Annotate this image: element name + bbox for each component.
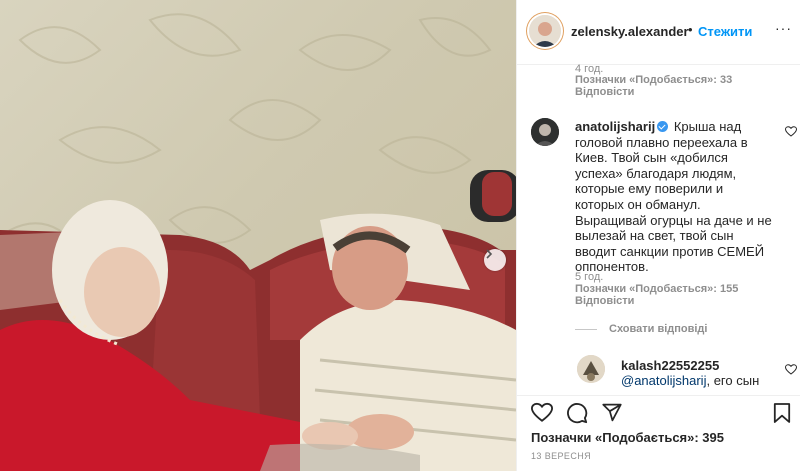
reply-button[interactable]: Відповісти	[575, 294, 634, 308]
header-separator: •	[688, 22, 693, 37]
post-date[interactable]: 13 ВЕРЕСНЯ	[531, 451, 591, 461]
instagram-post-viewer: zelensky.alexander • Стежити ··· 4 год. …	[0, 0, 800, 472]
share-icon[interactable]	[601, 402, 623, 423]
heart-icon[interactable]	[531, 402, 553, 423]
reply-mention-link[interactable]: @anatolijsharij	[621, 373, 706, 388]
chevron-right-icon	[486, 249, 493, 259]
reply-text-body: , его сын	[706, 373, 760, 388]
post-side-panel: zelensky.alexander • Стежити ··· 4 год. …	[516, 0, 800, 472]
hide-replies-line	[575, 329, 597, 330]
hide-replies-button[interactable]: Сховати відповіді	[609, 323, 707, 335]
post-actions-bar: Позначки «Подобається»: 395 13 ВЕРЕСНЯ	[517, 395, 800, 472]
comment-body: anatolijsharij Крыша над головой плавно …	[575, 119, 775, 275]
author-username[interactable]: zelensky.alexander	[571, 24, 689, 39]
comment-text: Крыша над головой плавно переехала в Кие…	[575, 119, 772, 275]
post-likes-count[interactable]: Позначки «Подобається»: 395	[531, 430, 724, 445]
reply-label: Відповісти	[575, 86, 635, 98]
post-photo[interactable]	[0, 0, 516, 471]
commenter-avatar[interactable]	[531, 118, 559, 146]
more-options-icon[interactable]: ···	[775, 20, 792, 36]
reply-label: Відповісти	[575, 295, 635, 307]
verified-badge-icon	[657, 121, 669, 132]
reply-like-heart-icon[interactable]	[785, 364, 797, 375]
avatar-image	[531, 118, 559, 146]
reply-username[interactable]: kalash22552255	[621, 358, 719, 373]
commenter-username[interactable]: anatolijsharij	[575, 119, 655, 134]
author-avatar[interactable]	[529, 15, 561, 47]
follow-button[interactable]: Стежити	[698, 24, 752, 39]
reply-author-avatar[interactable]	[577, 355, 605, 383]
reply-text: @anatolijsharij, его сын	[621, 373, 759, 388]
avatar-image	[529, 15, 561, 47]
avatar-image	[577, 355, 605, 383]
comment-icon[interactable]	[566, 402, 588, 424]
post-header: zelensky.alexander • Стежити ···	[517, 0, 800, 65]
reply-button[interactable]: Відповісти	[575, 85, 634, 99]
next-image-button[interactable]	[484, 249, 506, 271]
bookmark-icon[interactable]	[773, 402, 791, 424]
comment-like-heart-icon[interactable]	[785, 126, 797, 137]
photo-illustration	[0, 13, 516, 471]
